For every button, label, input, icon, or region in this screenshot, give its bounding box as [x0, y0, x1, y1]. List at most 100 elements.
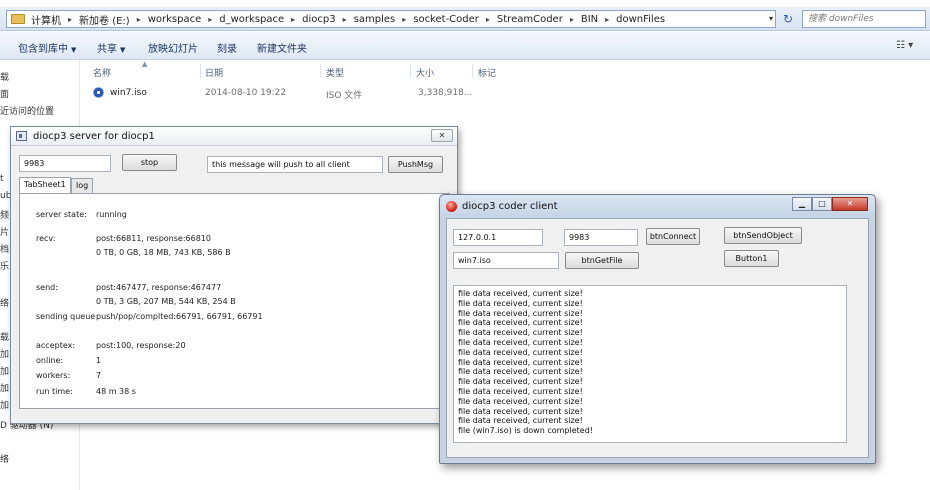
- column-divider[interactable]: [472, 64, 473, 78]
- column-header-type[interactable]: 类型: [326, 66, 344, 79]
- chevron-right-icon[interactable]: ▸: [68, 15, 72, 24]
- file-date: 2014-08-10 19:22: [205, 88, 287, 98]
- breadcrumb-item[interactable]: 新加卷 (E:) ▸: [79, 12, 148, 27]
- dropdown-arrow-icon: ▼: [120, 46, 126, 54]
- stat-label: run time:: [36, 387, 73, 396]
- column-header-date[interactable]: 日期: [205, 66, 223, 79]
- refresh-icon[interactable]: ↻: [780, 11, 796, 27]
- chevron-right-icon[interactable]: ▸: [208, 15, 212, 24]
- log-memo[interactable]: file data received, current size! file d…: [453, 285, 847, 443]
- share-button[interactable]: 共享 ▼: [97, 40, 125, 55]
- stat-value: post:467477, response:467477: [96, 283, 222, 292]
- port-input[interactable]: 9983: [564, 229, 638, 246]
- column-divider[interactable]: [320, 64, 321, 78]
- new-folder-button[interactable]: 新建文件夹: [257, 40, 307, 55]
- column-divider[interactable]: [200, 64, 201, 78]
- nav-item[interactable]: 加: [0, 347, 9, 360]
- close-button[interactable]: ✕: [832, 197, 868, 211]
- nav-item[interactable]: 片: [0, 225, 9, 238]
- breadcrumb-item[interactable]: socket-Coder ▸: [413, 14, 497, 25]
- breadcrumb-item[interactable]: samples ▸: [354, 14, 414, 25]
- nav-item[interactable]: t: [0, 174, 4, 184]
- nav-item[interactable]: 络: [0, 296, 9, 309]
- stat-label: acceptex:: [36, 341, 76, 350]
- chevron-right-icon[interactable]: ▸: [570, 15, 574, 24]
- send-object-button[interactable]: btnSendObject: [724, 227, 802, 244]
- log-line: file data received, current size!: [458, 347, 583, 357]
- stop-button[interactable]: stop: [122, 154, 177, 171]
- dropdown-arrow-icon: ▼: [71, 46, 77, 54]
- stat-label: send:: [36, 283, 58, 292]
- column-header-size[interactable]: 大小: [416, 66, 434, 79]
- slideshow-button[interactable]: 放映幻灯片: [148, 40, 198, 55]
- chevron-right-icon[interactable]: ▸: [486, 15, 490, 24]
- stat-value: 0 TB, 0 GB, 18 MB, 743 KB, 586 B: [96, 248, 231, 257]
- breadcrumb-item[interactable]: 计算机 ▸: [31, 12, 79, 27]
- chevron-right-icon[interactable]: ▸: [605, 15, 609, 24]
- client-body: 127.0.0.1 9983 btnConnect btnSendObject …: [446, 218, 869, 458]
- chevron-right-icon[interactable]: ▸: [137, 15, 141, 24]
- chevron-right-icon[interactable]: ▸: [402, 15, 406, 24]
- server-titlebar[interactable]: diocp3 server for diocp1 ✕: [11, 127, 457, 146]
- close-button[interactable]: ✕: [431, 129, 453, 142]
- nav-item[interactable]: 加: [0, 381, 9, 394]
- address-bar[interactable]: 计算机 ▸ 新加卷 (E:) ▸ workspace ▸ d_workspace ▸ d…: [6, 10, 776, 28]
- button1-button[interactable]: Button1: [724, 250, 779, 267]
- column-divider[interactable]: [410, 64, 411, 78]
- file-name: win7.iso: [110, 88, 147, 98]
- view-options-icon[interactable]: ☷ ▾: [896, 40, 913, 51]
- server-port-input[interactable]: 9983: [19, 155, 111, 172]
- breadcrumb-item[interactable]: downFiles: [616, 14, 665, 25]
- tab-log[interactable]: log: [71, 178, 94, 194]
- pushmsg-button[interactable]: PushMsg: [388, 156, 443, 173]
- nav-item[interactable]: 载: [0, 70, 9, 83]
- search-input[interactable]: 搜索 downFiles: [802, 10, 926, 28]
- stat-value: push/pop/complted:66791, 66791, 66791: [96, 312, 263, 321]
- stat-label: sending queue: [36, 312, 96, 321]
- host-input[interactable]: 127.0.0.1: [453, 229, 543, 246]
- stat-value: post:100, response:20: [96, 341, 186, 350]
- breadcrumb-item[interactable]: StreamCoder ▸: [497, 14, 581, 25]
- nav-item[interactable]: 频: [0, 208, 9, 221]
- chevron-right-icon[interactable]: ▸: [343, 15, 347, 24]
- nav-item[interactable]: 络: [0, 452, 9, 465]
- nav-item[interactable]: 载: [0, 330, 9, 343]
- nav-item[interactable]: 乐: [0, 259, 9, 272]
- folder-icon: [11, 14, 25, 24]
- window-app-icon: [16, 131, 27, 141]
- log-line: file data received, current size!: [458, 406, 583, 416]
- nav-item[interactable]: 近访问的位置: [0, 104, 54, 117]
- stat-label: workers:: [36, 371, 71, 380]
- nav-item[interactable]: 加: [0, 398, 9, 411]
- nav-item[interactable]: 加: [0, 364, 9, 377]
- nav-item[interactable]: 档: [0, 242, 9, 255]
- tab-tabsheet1[interactable]: TabSheet1: [19, 177, 71, 194]
- burn-button[interactable]: 刻录: [217, 40, 237, 55]
- client-window: diocp3 coder client ▁ □ ✕ 127.0.0.1 9983…: [439, 194, 876, 464]
- client-titlebar[interactable]: diocp3 coder client ▁ □ ✕: [440, 195, 875, 217]
- stat-value: running: [96, 210, 127, 219]
- column-header-tags[interactable]: 标记: [478, 66, 496, 79]
- stat-value: 1: [96, 356, 102, 365]
- minimize-button[interactable]: ▁: [792, 197, 812, 211]
- log-line: file data received, current size!: [458, 416, 583, 426]
- nav-item[interactable]: 面: [0, 87, 9, 100]
- log-line: file data received, current size!: [458, 289, 583, 298]
- include-in-library-button[interactable]: 包含到库中 ▼: [18, 40, 76, 55]
- stat-value: 48 m 38 s: [96, 387, 136, 396]
- get-file-button[interactable]: btnGetFile: [565, 252, 639, 269]
- connect-button[interactable]: btnConnect: [646, 228, 700, 245]
- push-message-input[interactable]: this message will push to all client: [207, 156, 383, 173]
- breadcrumb-item[interactable]: workspace ▸: [148, 14, 220, 25]
- file-name-input[interactable]: win7.iso: [453, 252, 559, 269]
- server-window-title: diocp3 server for diocp1: [33, 131, 155, 142]
- chevron-right-icon[interactable]: ▸: [291, 15, 295, 24]
- stat-value: 7: [96, 371, 102, 380]
- maximize-button[interactable]: □: [812, 197, 832, 211]
- breadcrumb-item[interactable]: BIN ▸: [581, 14, 616, 25]
- column-header-name[interactable]: 名称: [93, 66, 111, 79]
- breadcrumb-item[interactable]: diocp3 ▸: [302, 14, 353, 25]
- address-dropdown-icon[interactable]: ▾: [765, 10, 777, 28]
- stat-label: recv:: [36, 234, 56, 243]
- breadcrumb-item[interactable]: d_workspace ▸: [219, 14, 302, 25]
